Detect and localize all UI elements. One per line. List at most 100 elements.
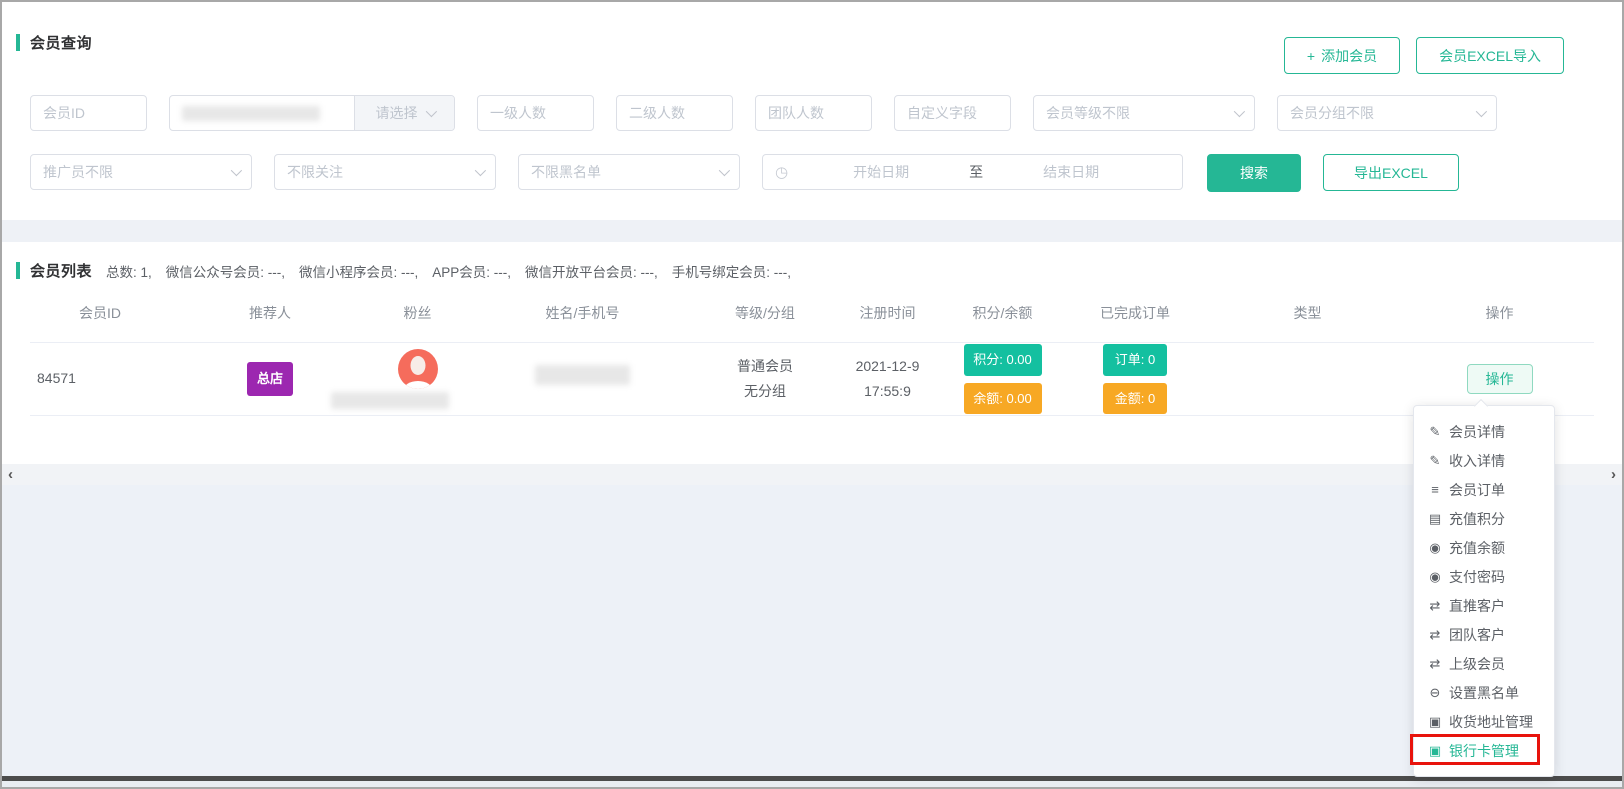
promoter-select[interactable]: 推广员不限 — [30, 154, 252, 190]
avatar — [398, 349, 438, 389]
register-time-cell: 2021-12-9 17:55:9 — [830, 354, 945, 404]
referrer-badge: 总店 — [247, 362, 293, 395]
window-bottom-edge — [2, 781, 1622, 787]
panel-gap — [2, 220, 1622, 242]
header-buttons: + 添加会员 会员EXCEL导入 — [1284, 37, 1564, 74]
stat-item: 微信公众号会员: ---, — [166, 261, 285, 281]
level2-count-input[interactable]: 二级人数 — [616, 95, 733, 131]
level-group-cell: 普通会员 无分组 — [700, 354, 830, 404]
level1-count-input[interactable]: 一级人数 — [477, 95, 594, 131]
card-icon: ▤ — [1427, 511, 1443, 527]
register-date: 2021-12-9 — [830, 354, 945, 379]
menu-item[interactable]: ⇄ 团队客户 — [1414, 620, 1554, 649]
member-list-panel: 会员列表 总数: 1,微信公众号会员: ---,微信小程序会员: ---,APP… — [2, 242, 1622, 464]
member-group: 无分组 — [700, 379, 830, 404]
chevron-down-icon — [1476, 106, 1487, 117]
fan-cell — [370, 349, 465, 409]
follow-select[interactable]: 不限关注 — [274, 154, 496, 190]
points-balance-cell: 积分: 0.00 余额: 0.00 — [945, 344, 1060, 414]
orders-badge: 订单: 0 — [1103, 344, 1167, 375]
column-header: 姓名/手机号 — [465, 303, 700, 323]
keyword-combo-input[interactable]: 请选择 — [169, 95, 455, 131]
redacted-keyword-value — [182, 106, 320, 121]
table-row: 84571 总店 普通会员 无分组 2021-12-9 17:55:9 积分: … — [30, 342, 1594, 416]
edit-icon: ✎ — [1427, 453, 1443, 469]
member-group-select[interactable]: 会员分组不限 — [1277, 95, 1497, 131]
member-admin-page: 会员查询 + 添加会员 会员EXCEL导入 会员ID 请选择 — [0, 0, 1624, 789]
register-date-range-picker[interactable]: ◷ 开始日期 至 结束日期 — [762, 154, 1183, 190]
list-icon: ≡ — [1427, 482, 1443, 497]
member-excel-import-button[interactable]: 会员EXCEL导入 — [1416, 37, 1564, 74]
list-panel-title: 会员列表 — [30, 260, 92, 281]
action-cell: 操作 — [1405, 364, 1594, 394]
redacted-name-phone — [535, 365, 630, 385]
menu-item[interactable]: ≡ 会员订单 — [1414, 475, 1554, 504]
chevron-down-icon — [475, 165, 486, 176]
date-end-input[interactable]: 结束日期 — [1006, 162, 1136, 182]
register-time: 17:55:9 — [830, 379, 945, 404]
menu-item[interactable]: ◉ 充值余额 — [1414, 533, 1554, 562]
chevron-down-icon — [425, 106, 436, 117]
redacted-fan-name — [331, 392, 449, 409]
truck-icon: ▣ — [1427, 743, 1443, 759]
swap-icon: ⇄ — [1427, 656, 1443, 672]
balance-badge: 余额: 0.00 — [964, 383, 1042, 414]
scroll-left-icon[interactable]: ‹ — [8, 466, 13, 483]
filter-row-1: 会员ID 请选择 一级人数 二级人数 团队人数 自定义字段 — [30, 95, 1497, 131]
stat-item: 总数: 1, — [106, 261, 152, 281]
member-id-input[interactable]: 会员ID — [30, 95, 147, 131]
row-action-button[interactable]: 操作 — [1467, 364, 1533, 394]
completed-orders-cell: 订单: 0 金额: 0 — [1060, 344, 1210, 414]
column-header: 粉丝 — [370, 303, 465, 323]
menu-item[interactable]: ▤ 充值积分 — [1414, 504, 1554, 533]
swap-icon: ⇄ — [1427, 598, 1443, 614]
menu-item[interactable]: ▣ 银行卡管理 — [1414, 736, 1554, 765]
horizontal-scrollbar[interactable]: ‹ › — [2, 464, 1622, 485]
ban-icon: ⊖ — [1427, 685, 1443, 701]
chevron-down-icon — [719, 165, 730, 176]
team-count-input[interactable]: 团队人数 — [755, 95, 872, 131]
menu-item[interactable]: ⇄ 上级会员 — [1414, 649, 1554, 678]
points-badge: 积分: 0.00 — [964, 344, 1042, 375]
row-action-dropdown: ✎ 会员详情 ✎ 收入详情 ≡ 会员订单 ▤ 充值积分 ◉ 充值余额 — [1413, 405, 1555, 777]
export-excel-button[interactable]: 导出EXCEL — [1323, 154, 1459, 191]
menu-item[interactable]: ▣ 收货地址管理 — [1414, 707, 1554, 736]
scroll-right-icon[interactable]: › — [1611, 466, 1616, 483]
search-button[interactable]: 搜索 — [1207, 154, 1301, 192]
column-header: 会员ID — [30, 303, 170, 323]
member-level-select[interactable]: 会员等级不限 — [1033, 95, 1255, 131]
menu-item[interactable]: ⇄ 直推客户 — [1414, 591, 1554, 620]
date-start-input[interactable]: 开始日期 — [816, 162, 946, 182]
name-phone-cell — [465, 365, 700, 393]
custom-field-input[interactable]: 自定义字段 — [894, 95, 1011, 131]
query-panel-header: 会员查询 — [16, 32, 92, 53]
swap-icon: ⇄ — [1427, 627, 1443, 643]
truck-icon: ▣ — [1427, 714, 1443, 730]
chevron-down-icon — [1234, 106, 1245, 117]
column-header: 等级/分组 — [700, 303, 830, 323]
list-panel-header: 会员列表 总数: 1,微信公众号会员: ---,微信小程序会员: ---,APP… — [16, 260, 791, 281]
keyword-input[interactable] — [170, 96, 354, 130]
member-stats: 总数: 1,微信公众号会员: ---,微信小程序会员: ---,APP会员: -… — [106, 261, 791, 281]
stat-item: 微信开放平台会员: ---, — [525, 261, 658, 281]
menu-item[interactable]: ⊖ 设置黑名单 — [1414, 678, 1554, 707]
amount-badge: 金额: 0 — [1103, 383, 1167, 414]
money-icon: ◉ — [1427, 540, 1443, 556]
column-header: 积分/余额 — [945, 303, 1060, 323]
add-member-button[interactable]: + 添加会员 — [1284, 37, 1400, 74]
column-header: 注册时间 — [830, 303, 945, 323]
blacklist-select[interactable]: 不限黑名单 — [518, 154, 740, 190]
table-header-row: 会员ID推荐人粉丝姓名/手机号等级/分组注册时间积分/余额已完成订单类型操作 — [30, 300, 1594, 326]
menu-item[interactable]: ✎ 收入详情 — [1414, 446, 1554, 475]
query-panel-title: 会员查询 — [30, 32, 92, 53]
plus-icon: + — [1307, 48, 1315, 64]
accent-bar — [16, 34, 20, 51]
money-icon: ◉ — [1427, 569, 1443, 585]
stat-item: 微信小程序会员: ---, — [299, 261, 418, 281]
menu-item[interactable]: ◉ 支付密码 — [1414, 562, 1554, 591]
filter-row-2: 推广员不限 不限关注 不限黑名单 ◷ 开始日期 至 结束日期 搜索 导出EXCE… — [30, 154, 1459, 192]
keyword-type-select[interactable]: 请选择 — [354, 96, 454, 130]
menu-item[interactable]: ✎ 会员详情 — [1414, 417, 1554, 446]
chevron-down-icon — [231, 165, 242, 176]
date-range-separator: 至 — [946, 162, 1006, 182]
